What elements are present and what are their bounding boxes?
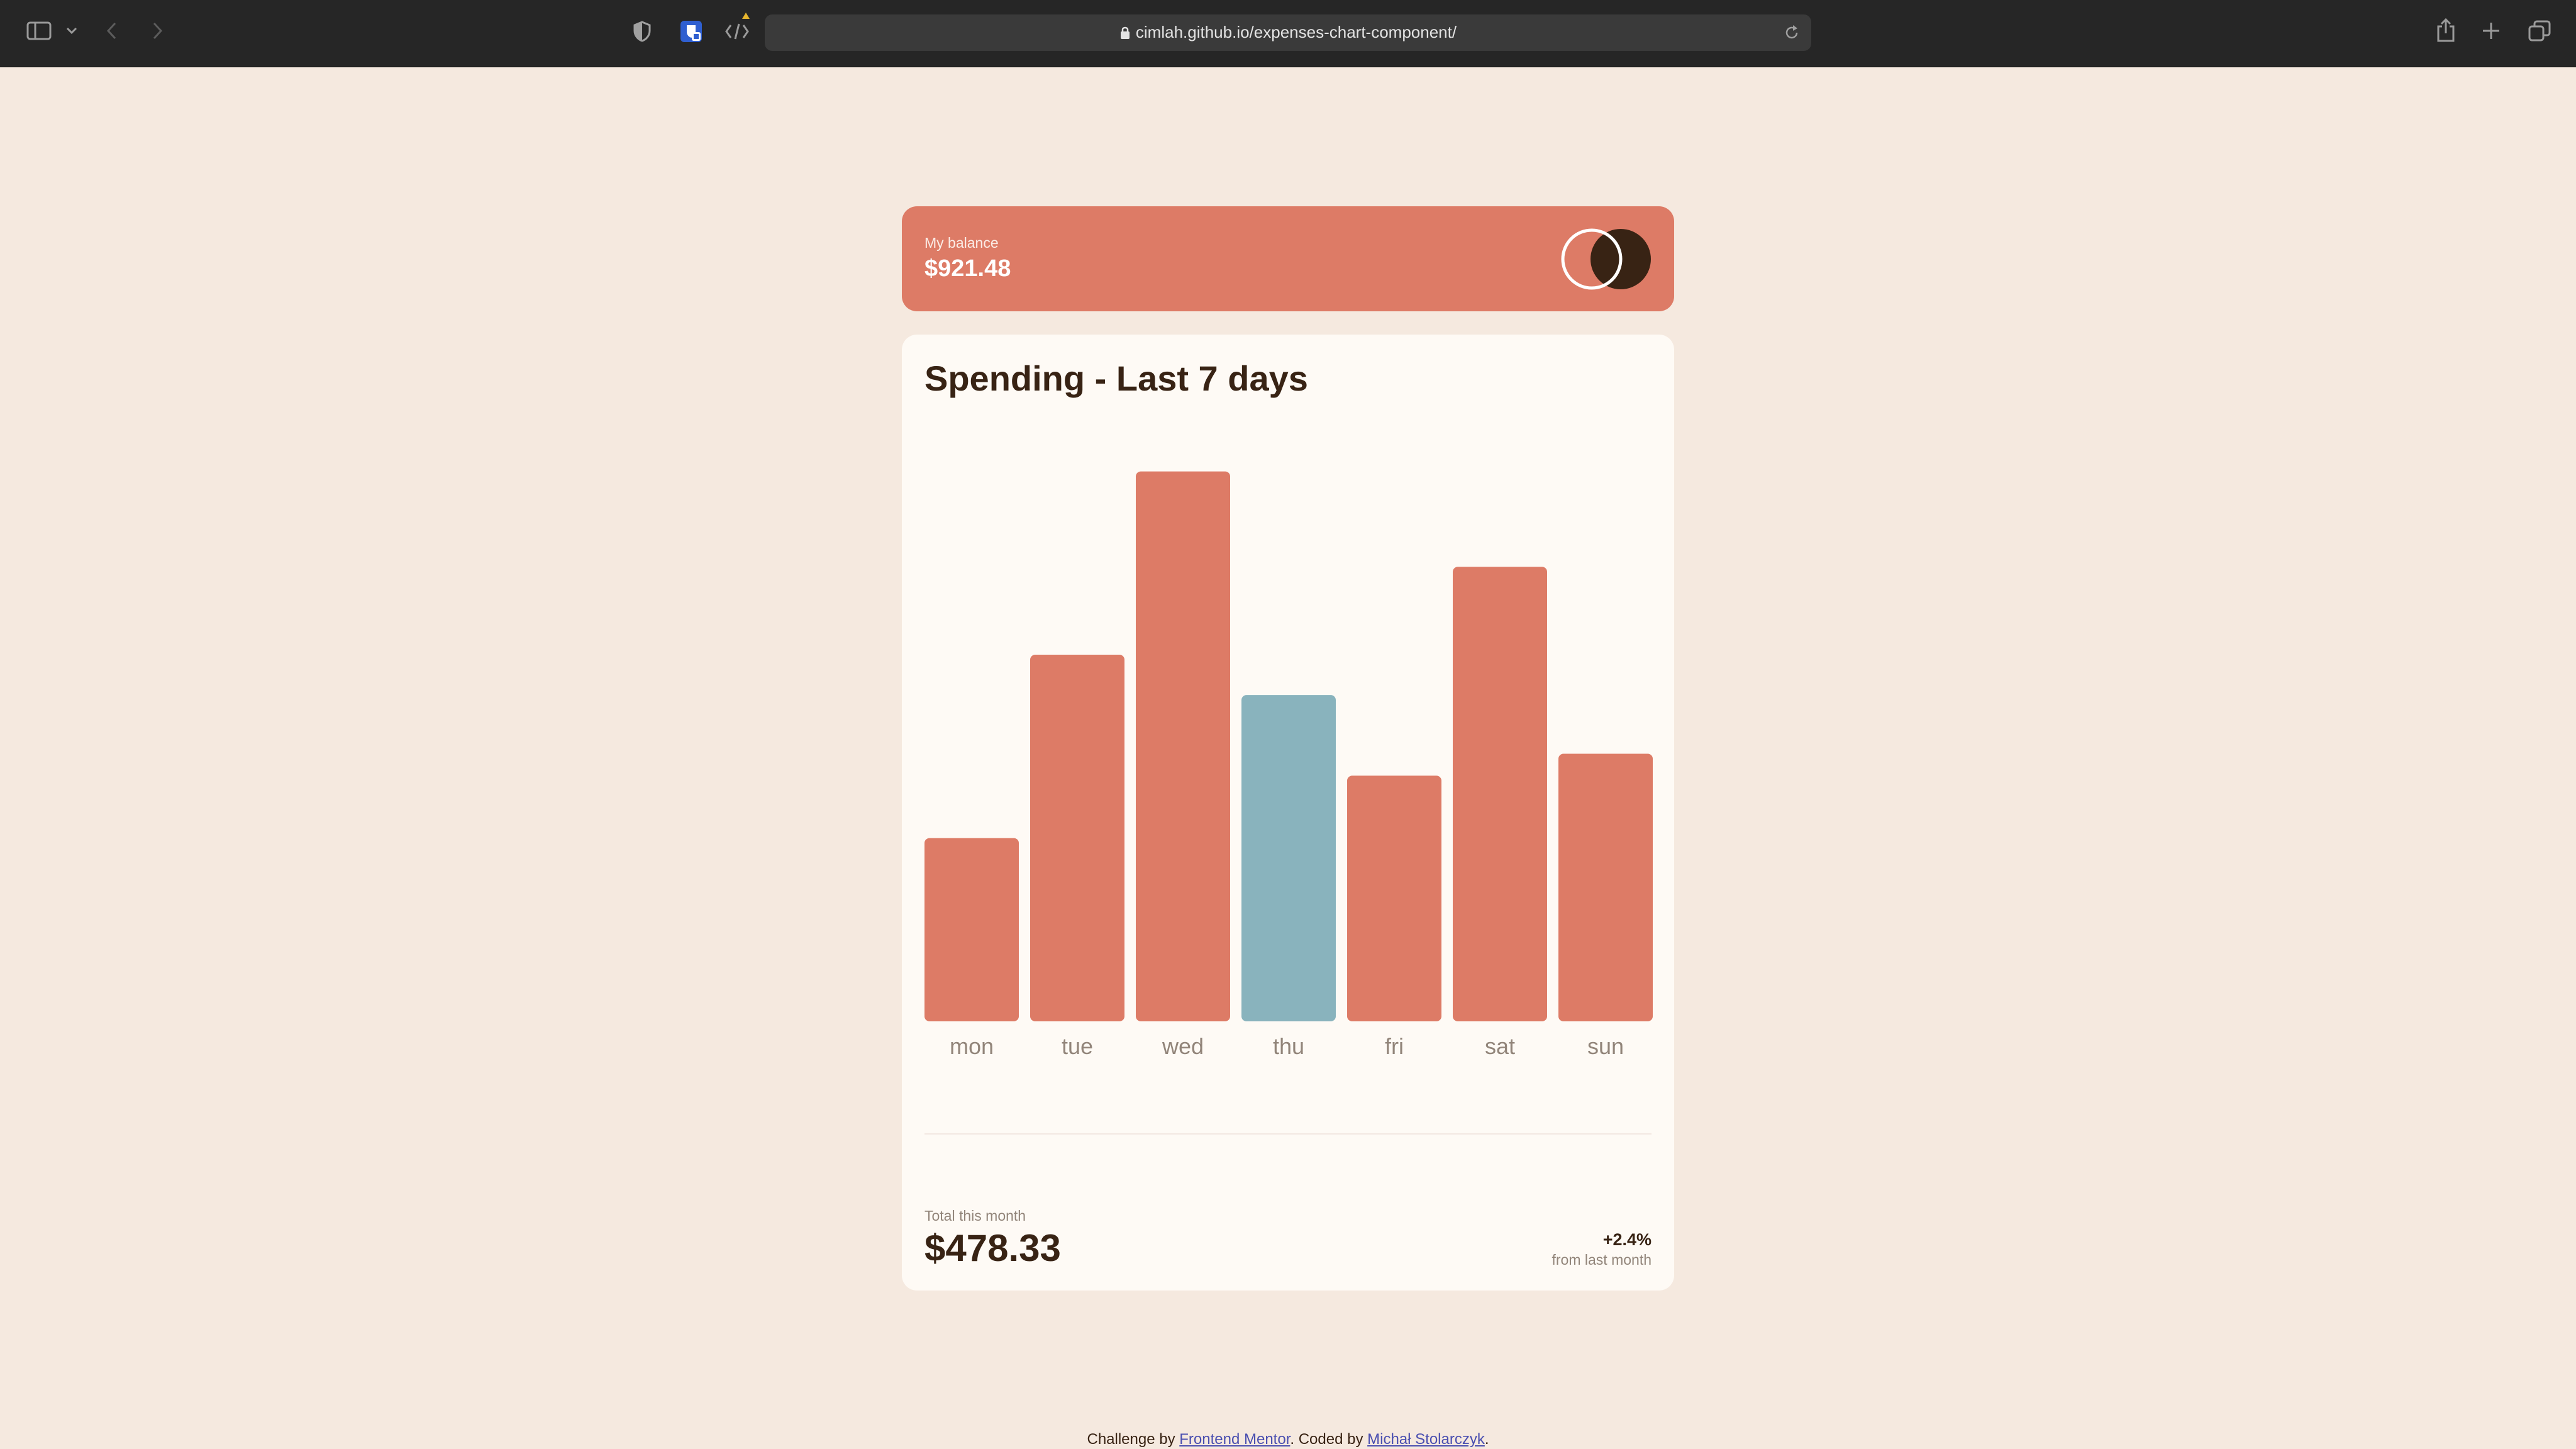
reload-icon[interactable] bbox=[1784, 25, 1800, 41]
author-link[interactable]: Michał Stolarczyk bbox=[1367, 1431, 1485, 1448]
tabs-icon[interactable] bbox=[2528, 20, 2551, 42]
balance-label: My balance bbox=[924, 235, 999, 251]
total-value: $478.33 bbox=[924, 1227, 1061, 1269]
balance-card: My balance $921.48 bbox=[902, 206, 1674, 311]
divider bbox=[924, 1133, 1652, 1135]
address-bar[interactable]: cimlah.github.io/expenses-chart-componen… bbox=[765, 14, 1811, 51]
bar-sun[interactable] bbox=[1558, 753, 1653, 1021]
footer-suffix: . bbox=[1484, 1431, 1489, 1448]
day-label-sun: sun bbox=[1587, 1033, 1624, 1059]
day-label-wed: wed bbox=[1162, 1033, 1204, 1059]
bar-thu[interactable] bbox=[1241, 695, 1336, 1021]
extension-icon[interactable] bbox=[679, 19, 703, 43]
change-value: +2.4% bbox=[1602, 1230, 1652, 1249]
bar-sat[interactable] bbox=[1453, 567, 1547, 1021]
plus-icon[interactable] bbox=[2482, 21, 2501, 40]
sidebar-icon[interactable] bbox=[26, 21, 52, 41]
bar-fri[interactable] bbox=[1347, 775, 1441, 1021]
bar-wed[interactable] bbox=[1136, 471, 1230, 1021]
footer-prefix: Challenge by bbox=[1087, 1431, 1175, 1448]
chevron-down-icon[interactable] bbox=[65, 26, 78, 36]
forward-icon[interactable] bbox=[150, 21, 165, 41]
back-icon[interactable] bbox=[104, 21, 119, 41]
bar-mon[interactable] bbox=[924, 838, 1019, 1021]
day-label-thu: thu bbox=[1273, 1033, 1304, 1059]
total-label: Total this month bbox=[924, 1208, 1026, 1224]
change-label: from last month bbox=[1552, 1252, 1652, 1268]
spending-card: Spending - Last 7 days mon tue wed thu fri sa… bbox=[902, 335, 1674, 1291]
day-label-sat: sat bbox=[1485, 1033, 1515, 1059]
share-icon[interactable] bbox=[2435, 18, 2457, 43]
logo-circles-icon bbox=[1561, 228, 1651, 290]
day-label-tue: tue bbox=[1062, 1033, 1093, 1059]
day-label-mon: mon bbox=[950, 1033, 994, 1059]
shield-icon[interactable] bbox=[633, 21, 652, 42]
bar-tue[interactable] bbox=[1030, 655, 1124, 1021]
day-label-fri: fri bbox=[1385, 1033, 1404, 1059]
spending-chart: mon tue wed thu fri sat sun bbox=[924, 471, 1653, 1059]
frontend-mentor-link[interactable]: Frontend Mentor bbox=[1179, 1431, 1290, 1448]
attribution-footer: Challenge by Frontend Mentor. Coded by M… bbox=[0, 1431, 2576, 1448]
url-text: cimlah.github.io/expenses-chart-componen… bbox=[1135, 23, 1457, 42]
code-icon[interactable] bbox=[724, 11, 755, 43]
lock-icon bbox=[1120, 26, 1130, 39]
balance-value: $921.48 bbox=[924, 255, 1011, 282]
browser-toolbar: cimlah.github.io/expenses-chart-componen… bbox=[0, 0, 2576, 67]
footer-middle: . Coded by bbox=[1290, 1431, 1363, 1448]
